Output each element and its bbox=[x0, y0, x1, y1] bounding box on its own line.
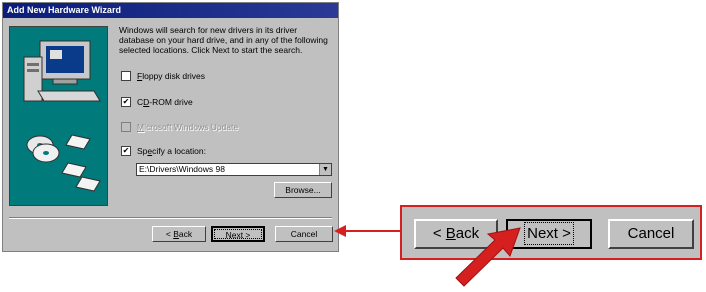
zoomed-cancel-button[interactable]: Cancel bbox=[608, 219, 694, 249]
window-title: Add New Hardware Wizard bbox=[3, 3, 338, 18]
callout-arrow-icon bbox=[334, 225, 402, 237]
divider bbox=[9, 217, 332, 219]
windows-update-checkbox: Microsoft Windows Update bbox=[121, 121, 238, 133]
wizard-window: Add New Hardware Wizard Windows will sea bbox=[2, 2, 339, 252]
computer-and-disks-icon bbox=[23, 40, 101, 192]
next-button[interactable]: Next > bbox=[211, 226, 265, 242]
check-mark-icon[interactable]: ✔ bbox=[121, 96, 131, 107]
specify-location-checkbox[interactable]: ✔ Specify a location: bbox=[121, 145, 206, 157]
location-input-value[interactable]: E:\Drivers\Windows 98 bbox=[139, 164, 225, 174]
dropdown-arrow-icon[interactable]: ▼ bbox=[319, 164, 331, 175]
zoomed-buttons-panel: < Back Next > Cancel bbox=[400, 205, 702, 260]
checkbox-disabled bbox=[121, 121, 131, 132]
instruction-text: Windows will search for new drivers in i… bbox=[119, 25, 328, 55]
location-combobox[interactable]: E:\Drivers\Windows 98 ▼ bbox=[136, 163, 332, 176]
cancel-button[interactable]: Cancel bbox=[275, 226, 333, 242]
check-mark-icon[interactable]: ✔ bbox=[121, 145, 131, 156]
browse-button[interactable]: Browse... bbox=[274, 182, 332, 198]
back-button[interactable]: < Back bbox=[152, 226, 206, 242]
cdrom-checkbox[interactable]: ✔ CD-ROM drive bbox=[121, 96, 193, 108]
pointer-arrow-icon bbox=[455, 227, 521, 287]
hardware-illustration bbox=[9, 26, 108, 206]
checkbox-unchecked[interactable] bbox=[121, 70, 131, 81]
floppy-checkbox[interactable]: Floppy disk drives bbox=[121, 70, 205, 82]
